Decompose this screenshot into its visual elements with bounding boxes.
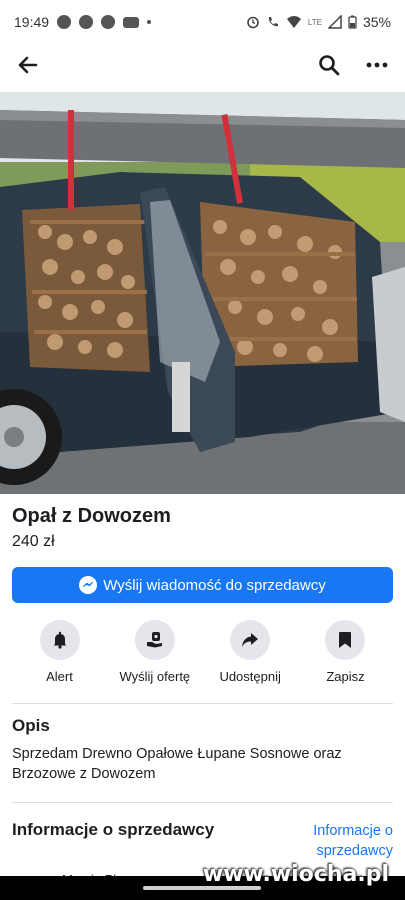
share-button[interactable]: Udostępnij [203,620,298,684]
bookmark-icon [339,632,352,648]
bell-icon [53,631,66,649]
car-firewood-image [0,92,405,494]
more-dots-icon [366,62,388,68]
seller-info-link[interactable]: Informacje o sprzedawcy [283,821,393,861]
send-offer-button[interactable]: Wyślij ofertę [107,620,202,684]
search-button[interactable] [315,51,343,79]
app-notification-icon [101,15,116,29]
message-seller-label: Wyślij wiadomość do sprzedawcy [103,576,326,594]
action-buttons-row: Alert Wyślij ofertę Udostępnij Zapisz [12,620,393,684]
network-type-label: LTE [307,17,322,27]
back-arrow-icon [18,56,38,74]
signal-icon [327,15,342,29]
share-arrow-icon [242,633,259,647]
message-seller-button[interactable]: Wyślij wiadomość do sprzedawcy [12,567,393,603]
wifi-calling-icon [268,17,278,27]
save-button[interactable]: Zapisz [298,620,393,684]
wifi-icon [286,16,301,28]
status-bar: 19:49 LTE 35% [0,0,405,44]
alert-icon-circle [39,620,80,660]
listing-price: 240 zł [12,533,55,550]
chrome-notification-icon [57,15,72,29]
description-heading: Opis [12,716,50,735]
send-offer-label: Wyślij ofertę [119,669,191,684]
more-options-button[interactable] [363,51,391,79]
battery-icon [348,15,357,29]
search-icon [319,55,340,76]
alert-button[interactable]: Alert [12,620,107,684]
alert-label: Alert [46,669,73,684]
description-text: Sprzedam Drewno Opałowe Łupane Sosnowe o… [12,746,342,782]
chrome-notification-icon [79,15,94,29]
save-label: Zapisz [326,669,365,684]
listing-photo[interactable] [0,92,405,494]
seller-info-heading: Informacje o sprzedawcy [12,820,215,839]
alarm-icon [247,16,259,29]
send-offer-icon-circle [134,620,175,660]
youtube-notification-icon [123,16,140,28]
listing-title: Opał z Dowozem [12,505,171,527]
divider [12,802,393,803]
battery-level: 35% [362,14,391,30]
share-icon-circle [230,620,271,660]
more-notifications-dot-icon [147,20,152,24]
watermark: www.wiocha.pl [202,862,389,887]
offer-hand-icon [146,632,162,648]
save-icon-circle [325,620,366,660]
status-time: 19:49 [14,14,50,30]
back-button[interactable] [14,51,42,79]
top-app-bar [0,44,405,86]
messenger-icon [79,576,98,594]
divider [12,703,393,704]
share-label: Udostępnij [219,669,281,684]
